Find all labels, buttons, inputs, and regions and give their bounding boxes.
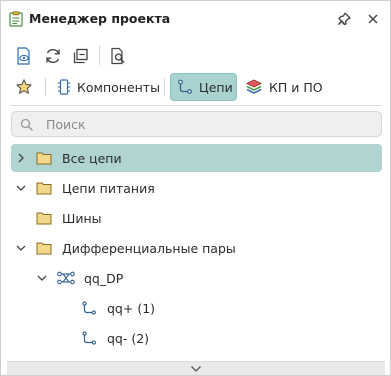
chevron-right-icon[interactable]: [15, 152, 27, 164]
toolbar-divider: [99, 45, 100, 65]
tree-item-all-nets[interactable]: Все цепи: [11, 144, 382, 172]
refresh-icon: [46, 48, 60, 64]
close-icon[interactable]: [365, 11, 381, 27]
toolbar: [1, 41, 390, 71]
tree-item-label: Шины: [62, 211, 102, 226]
search-icon: [20, 118, 33, 131]
star-icon: [16, 79, 32, 94]
document-eye-icon: [17, 47, 30, 65]
tree-item-label: qq_DP: [84, 271, 124, 286]
tree-item-label: Дифференциальные пары: [62, 241, 236, 256]
search-box: [11, 111, 382, 137]
doc-search-icon: [111, 47, 125, 65]
folder-icon: [36, 182, 52, 195]
search-input[interactable]: [46, 115, 366, 133]
tree-item-label: qq- (2): [107, 331, 150, 346]
tab-label: Цепи: [199, 79, 233, 95]
project-manager-icon: [9, 11, 23, 27]
tree-item-diff-pairs[interactable]: Дифференциальные пары: [11, 234, 382, 262]
layers-icon: [245, 79, 263, 94]
tab-bar: Компоненты Цепи КП и ПО: [1, 73, 390, 101]
tab-label: КП и ПО: [269, 79, 323, 95]
pin-icon[interactable]: [336, 11, 352, 27]
chip-icon: [58, 79, 70, 95]
tab-divider: [164, 78, 165, 96]
tab-favorites[interactable]: [12, 73, 36, 101]
panel-title: Менеджер проекта: [29, 11, 171, 26]
folder-icon: [36, 212, 52, 225]
divider: [10, 105, 382, 106]
chevron-down-icon[interactable]: [36, 272, 48, 284]
collapse-all-button[interactable]: [70, 45, 92, 67]
tree-item-buses[interactable]: Шины: [11, 204, 382, 232]
scroll-down-strip[interactable]: [7, 361, 385, 375]
net-icon: [82, 301, 96, 315]
tree-item-label: Все цепи: [62, 151, 122, 166]
net-icon: [178, 79, 192, 94]
tree-item-power-nets[interactable]: Цепи питания: [11, 174, 382, 202]
tree-item-qq-dp[interactable]: qq_DP: [11, 264, 382, 292]
tree-item-net-qq-minus[interactable]: qq- (2): [11, 324, 382, 352]
tab-components[interactable]: Компоненты: [53, 73, 161, 101]
tree-item-label: Цепи питания: [62, 181, 155, 196]
tree-item-label: qq+ (1): [107, 301, 156, 316]
diff-pair-icon: [57, 271, 75, 285]
tab-nets[interactable]: Цепи: [170, 73, 237, 101]
chevron-down-icon[interactable]: [15, 182, 27, 194]
chevron-down-icon[interactable]: [190, 364, 202, 374]
tab-label: Компоненты: [77, 79, 160, 95]
open-doc-button[interactable]: [13, 45, 35, 67]
refresh-button[interactable]: [42, 45, 64, 67]
tab-layers[interactable]: КП и ПО: [243, 73, 329, 101]
folder-icon: [36, 242, 52, 255]
net-icon: [82, 331, 96, 345]
collapse-icon: [73, 48, 88, 64]
folder-icon: [36, 152, 52, 165]
title-bar: Менеджер проекта: [1, 1, 390, 37]
chevron-down-icon[interactable]: [15, 242, 27, 254]
tab-divider: [45, 78, 46, 96]
project-manager-panel: Менеджер проекта Компоненты Цепи КП и ПО…: [0, 0, 391, 376]
tree-item-net-qq-plus[interactable]: qq+ (1): [11, 294, 382, 322]
find-in-doc-button[interactable]: [107, 45, 129, 67]
